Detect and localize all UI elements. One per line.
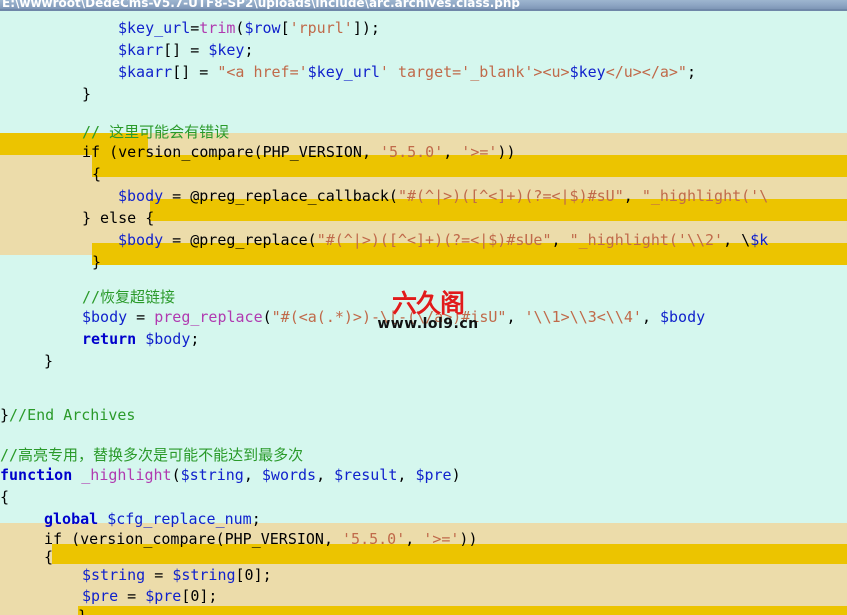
code-line: $body = @preg_replace("#(^|>)([^<]+)(?=<… bbox=[118, 231, 769, 249]
code-line: { bbox=[92, 165, 102, 183]
code-line: { bbox=[44, 548, 54, 566]
code-line: // 这里可能会有错误 bbox=[82, 123, 230, 141]
code-line: $kaarr[] = "<a href='$key_url' target='_… bbox=[118, 63, 696, 81]
code-line: //恢复超链接 bbox=[82, 288, 176, 306]
code-line: } bbox=[92, 253, 102, 271]
code-text-layer: $key_url=trim($row['rpurl']); $karr[] = … bbox=[0, 11, 847, 615]
code-line: if (version_compare(PHP_VERSION, '5.5.0'… bbox=[44, 530, 478, 548]
code-line: } bbox=[82, 85, 92, 103]
code-line: } bbox=[44, 352, 54, 370]
code-line: $key_url=trim($row['rpurl']); bbox=[118, 19, 380, 37]
code-line: } bbox=[78, 605, 87, 615]
window-title: E:\wwwroot\DedeCms-V5.7-UTF8-SP2\uploads… bbox=[2, 0, 520, 9]
code-line: }//End Archives bbox=[0, 406, 136, 424]
code-line: function _highlight($string, $words, $re… bbox=[0, 466, 461, 484]
code-line: global $cfg_replace_num; bbox=[44, 510, 261, 528]
code-editor-area[interactable]: $key_url=trim($row['rpurl']); $karr[] = … bbox=[0, 11, 847, 615]
code-line: $body = @preg_replace_callback("#(^|>)([… bbox=[118, 187, 769, 205]
code-line: } else { bbox=[82, 209, 155, 227]
window-titlebar[interactable]: E:\wwwroot\DedeCms-V5.7-UTF8-SP2\uploads… bbox=[0, 0, 847, 9]
code-line: $string = $string[0]; bbox=[82, 566, 272, 584]
code-line: $karr[] = $key; bbox=[118, 41, 254, 59]
code-line: if (version_compare(PHP_VERSION, '5.5.0'… bbox=[82, 143, 516, 161]
titlebar-divider bbox=[0, 9, 847, 11]
code-line: $body = preg_replace("#(<a(.*)>)-\[-(\/a… bbox=[82, 308, 706, 326]
code-line: return $body; bbox=[82, 330, 200, 348]
code-line: $pre = $pre[0]; bbox=[82, 587, 218, 605]
code-line: { bbox=[0, 488, 10, 506]
code-editor-window: E:\wwwroot\DedeCms-V5.7-UTF8-SP2\uploads… bbox=[0, 0, 847, 615]
code-line: //高亮专用，替换多次是可能不能达到最多次 bbox=[0, 446, 304, 464]
